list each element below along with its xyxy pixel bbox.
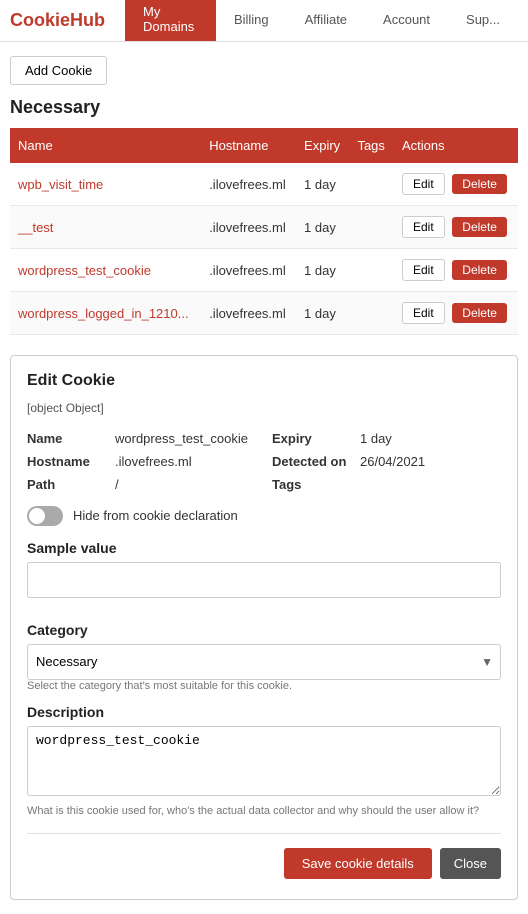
fields-grid: Name wordpress_test_cookie Expiry 1 day … xyxy=(27,431,501,492)
sample-value-label: Sample value xyxy=(27,540,501,556)
hostname-label: Hostname xyxy=(27,454,107,469)
cell-name: wordpress_logged_in_1210... xyxy=(10,292,201,335)
cell-name: __test xyxy=(10,206,201,249)
cell-tags xyxy=(349,206,394,249)
field-expiry: Expiry 1 day xyxy=(272,431,501,446)
tags-label: Tags xyxy=(272,477,352,492)
edit-panel-description: [object Object] xyxy=(27,400,501,417)
cookie-table: Name Hostname Expiry Tags Actions wpb_vi… xyxy=(10,128,518,335)
nav-item-my-domains[interactable]: My Domains xyxy=(125,0,216,41)
table-row: wordpress_test_cookie .ilovefrees.ml 1 d… xyxy=(10,249,518,292)
cookie-name-link[interactable]: wpb_visit_time xyxy=(18,177,103,192)
logo: CookieHub xyxy=(10,10,105,31)
delete-button[interactable]: Delete xyxy=(452,217,507,237)
cell-actions: Edit Delete xyxy=(394,206,518,249)
description-textarea[interactable] xyxy=(27,726,501,796)
cell-tags xyxy=(349,163,394,206)
logo-text1: Cookie xyxy=(10,10,70,30)
edit-cookie-panel: Edit Cookie [object Object] Name wordpre… xyxy=(10,355,518,900)
edit-button[interactable]: Edit xyxy=(402,216,445,238)
delete-button[interactable]: Delete xyxy=(452,303,507,323)
cell-hostname: .ilovefrees.ml xyxy=(201,249,296,292)
description-group: Description What is this cookie used for… xyxy=(27,704,501,817)
cell-name: wpb_visit_time xyxy=(10,163,201,206)
cell-actions: Edit Delete xyxy=(394,163,518,206)
description-label: Description xyxy=(27,704,501,720)
category-group: Category NecessaryPreferencesStatisticsM… xyxy=(27,622,501,692)
cookie-name-link[interactable]: __test xyxy=(18,220,53,235)
cell-actions: Edit Delete xyxy=(394,292,518,335)
close-button[interactable]: Close xyxy=(440,848,501,879)
description-help-text: What is this cookie used for, who's the … xyxy=(27,805,501,817)
section-title: Necessary xyxy=(10,97,518,118)
detected-label: Detected on xyxy=(272,454,352,469)
toggle-knob xyxy=(29,508,45,524)
toggle-label: Hide from cookie declaration xyxy=(73,508,238,523)
edit-button[interactable]: Edit xyxy=(402,173,445,195)
field-name: Name wordpress_test_cookie xyxy=(27,431,256,446)
name-label: Name xyxy=(27,431,107,446)
edit-button[interactable]: Edit xyxy=(402,302,445,324)
table-header-row: Name Hostname Expiry Tags Actions xyxy=(10,128,518,163)
table-row: __test .ilovefrees.ml 1 day Edit Delete xyxy=(10,206,518,249)
sample-value-group: Sample value xyxy=(27,540,501,612)
delete-button[interactable]: Delete xyxy=(452,260,507,280)
path-label: Path xyxy=(27,477,107,492)
cell-hostname: .ilovefrees.ml xyxy=(201,292,296,335)
hide-declaration-toggle[interactable] xyxy=(27,506,63,526)
logo-text2: Hub xyxy=(70,10,105,30)
cell-expiry: 1 day xyxy=(296,206,349,249)
cell-tags xyxy=(349,292,394,335)
cell-tags xyxy=(349,249,394,292)
cell-actions: Edit Delete xyxy=(394,249,518,292)
cell-expiry: 1 day xyxy=(296,163,349,206)
edit-button[interactable]: Edit xyxy=(402,259,445,281)
table-row: wpb_visit_time .ilovefrees.ml 1 day Edit… xyxy=(10,163,518,206)
main-content: Add Cookie Necessary Name Hostname Expir… xyxy=(0,42,528,914)
field-path: Path / xyxy=(27,477,256,492)
field-detected-on: Detected on 26/04/2021 xyxy=(272,454,501,469)
col-tags: Tags xyxy=(349,128,394,163)
cell-expiry: 1 day xyxy=(296,249,349,292)
category-select-wrapper: NecessaryPreferencesStatisticsMarketing … xyxy=(27,644,501,680)
cell-hostname: .ilovefrees.ml xyxy=(201,163,296,206)
cookie-name-link[interactable]: wordpress_logged_in_1210... xyxy=(18,306,189,321)
add-cookie-button[interactable]: Add Cookie xyxy=(10,56,107,85)
path-value: / xyxy=(115,477,119,492)
delete-button[interactable]: Delete xyxy=(452,174,507,194)
cell-hostname: .ilovefrees.ml xyxy=(201,206,296,249)
edit-footer: Save cookie details Close xyxy=(27,833,501,879)
cell-expiry: 1 day xyxy=(296,292,349,335)
sample-value-input[interactable] xyxy=(27,562,501,598)
col-name: Name xyxy=(10,128,201,163)
category-label: Category xyxy=(27,622,501,638)
name-value: wordpress_test_cookie xyxy=(115,431,248,446)
nav-item-billing[interactable]: Billing xyxy=(216,0,287,41)
expiry-value: 1 day xyxy=(360,431,392,446)
cookie-name-link[interactable]: wordpress_test_cookie xyxy=(18,263,151,278)
field-tags: Tags xyxy=(272,477,501,492)
toggle-row: Hide from cookie declaration xyxy=(27,506,501,526)
save-cookie-button[interactable]: Save cookie details xyxy=(284,848,432,879)
expiry-label: Expiry xyxy=(272,431,352,446)
nav-item-affiliate[interactable]: Affiliate xyxy=(287,0,365,41)
detected-value: 26/04/2021 xyxy=(360,454,425,469)
hostname-value: .ilovefrees.ml xyxy=(115,454,192,469)
table-row: wordpress_logged_in_1210... .ilovefrees.… xyxy=(10,292,518,335)
nav-item-account[interactable]: Account xyxy=(365,0,448,41)
nav: My Domains Billing Affiliate Account Sup… xyxy=(125,0,518,41)
col-actions: Actions xyxy=(394,128,518,163)
category-help-text: Select the category that's most suitable… xyxy=(27,680,501,692)
header: CookieHub My Domains Billing Affiliate A… xyxy=(0,0,528,42)
edit-panel-title: Edit Cookie xyxy=(27,372,501,390)
field-hostname: Hostname .ilovefrees.ml xyxy=(27,454,256,469)
col-expiry: Expiry xyxy=(296,128,349,163)
category-select[interactable]: NecessaryPreferencesStatisticsMarketing xyxy=(27,644,501,680)
col-hostname: Hostname xyxy=(201,128,296,163)
nav-item-support[interactable]: Sup... xyxy=(448,0,518,41)
cell-name: wordpress_test_cookie xyxy=(10,249,201,292)
